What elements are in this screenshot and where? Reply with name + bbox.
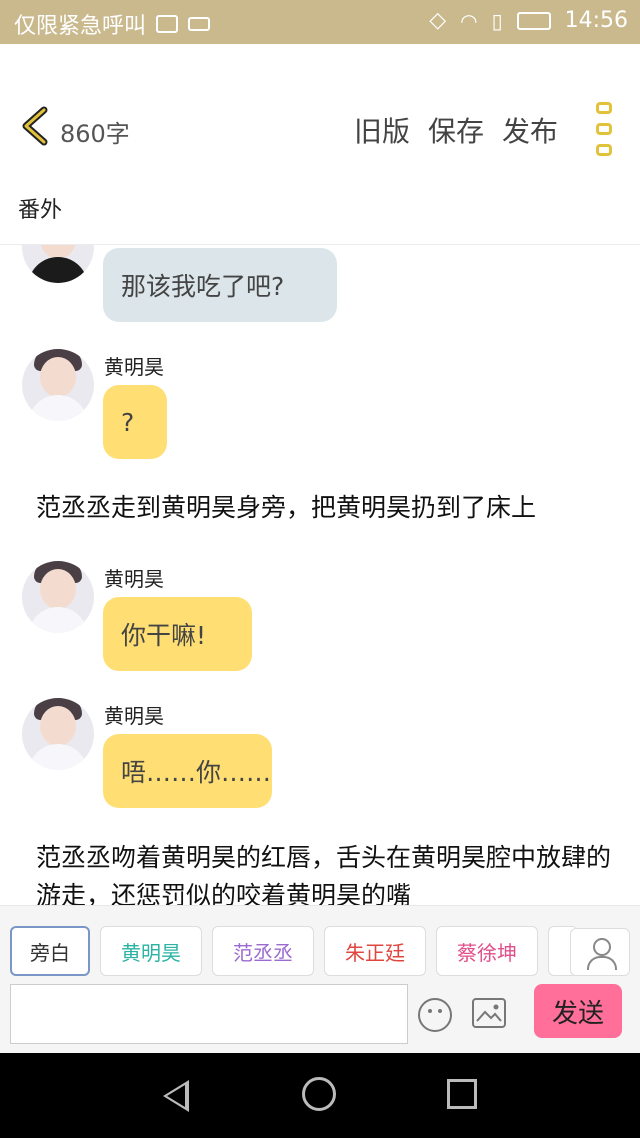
wifi-icon: ◠ xyxy=(460,8,478,33)
avatar[interactable] xyxy=(22,561,94,633)
message-bubble[interactable]: 唔……你…… xyxy=(103,734,272,808)
add-role-icon[interactable] xyxy=(570,928,630,976)
speaker-name: 黄明昊 xyxy=(104,355,164,379)
nav-home-icon[interactable] xyxy=(302,1077,336,1111)
narration-text[interactable]: 范丞丞吻着黄明昊的红唇，舌头在黄明昊腔中放肆的游走，还惩罚似的咬着黄明昊的嘴 xyxy=(36,839,616,905)
back-arrow-icon[interactable] xyxy=(18,106,52,146)
role-narrator[interactable]: 旁白 xyxy=(10,926,90,976)
send-button[interactable]: 发送 xyxy=(534,984,622,1038)
carrier-text: 仅限紧急呼叫 xyxy=(14,14,147,39)
nav-recents-icon[interactable] xyxy=(447,1079,477,1109)
system-nav-bar xyxy=(0,1053,640,1138)
role-fan-chengcheng[interactable]: 范丞丞 xyxy=(212,926,314,976)
word-count: 860字 xyxy=(60,120,130,148)
battery-icon xyxy=(516,11,551,30)
composer: 旁白 黄明昊 范丞丞 朱正廷 蔡徐坤 发送 xyxy=(0,905,640,1054)
speaker-name: 黄明昊 xyxy=(104,704,164,728)
chat-area[interactable]: 那该我吃了吧? 黄明昊 ? 范丞丞走到黄明昊身旁，把黄明昊扔到了床上 黄明昊 你… xyxy=(0,245,640,905)
speaker-name: 黄明昊 xyxy=(104,567,164,591)
keyboard-notification-icon xyxy=(188,17,211,31)
narration-text[interactable]: 范丞丞走到黄明昊身旁，把黄明昊扔到了床上 xyxy=(36,489,616,527)
clock: 14:56 xyxy=(564,8,628,33)
nav-back-icon[interactable] xyxy=(163,1080,189,1112)
chapter-title-row[interactable]: 番外 xyxy=(0,166,640,245)
role-cai-xukun[interactable]: 蔡徐坤 xyxy=(436,926,538,976)
avatar[interactable] xyxy=(22,349,94,421)
sim-icon: ▯ xyxy=(491,8,503,33)
more-menu-icon[interactable] xyxy=(596,102,618,156)
message-bubble[interactable]: 你干嘛! xyxy=(103,597,252,671)
message-input[interactable] xyxy=(10,984,408,1044)
publish-button[interactable]: 发布 xyxy=(502,110,558,150)
role-zhu-zhengting[interactable]: 朱正廷 xyxy=(324,926,426,976)
emoji-icon[interactable] xyxy=(418,998,452,1032)
top-bar: 860字 旧版 保存 发布 xyxy=(0,44,640,167)
message-bubble[interactable]: 那该我吃了吧? xyxy=(103,248,337,322)
status-bar: 仅限紧急呼叫 ◇ ◠ ▯ 14:56 xyxy=(0,0,640,44)
header-actions: 旧版 保存 发布 xyxy=(354,110,558,150)
vibrate-icon: ◇ xyxy=(429,8,447,33)
gallery-notification-icon xyxy=(156,15,179,33)
old-version-button[interactable]: 旧版 xyxy=(354,110,410,150)
save-button[interactable]: 保存 xyxy=(428,110,484,150)
message-bubble[interactable]: ? xyxy=(103,385,167,459)
chapter-title: 番外 xyxy=(18,198,63,223)
avatar[interactable] xyxy=(22,245,94,283)
avatar[interactable] xyxy=(22,698,94,770)
role-huang-minghao[interactable]: 黄明昊 xyxy=(100,926,202,976)
image-icon[interactable] xyxy=(472,998,506,1028)
